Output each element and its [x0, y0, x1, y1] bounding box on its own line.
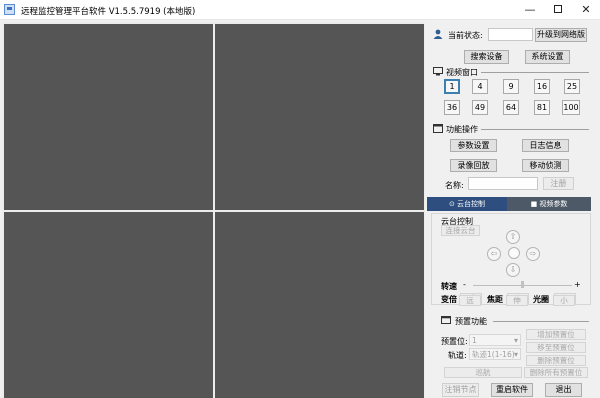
ptz-center [508, 247, 520, 259]
tab-ptz-control[interactable]: ⊙ 云台控制 [427, 197, 507, 211]
preset-window-icon [441, 316, 451, 324]
app-logo-icon [4, 4, 15, 15]
search-device-button[interactable]: 搜索设备 [464, 50, 509, 64]
upgrade-button[interactable]: 升级到网络版 [535, 28, 587, 42]
move-preset-button[interactable]: 移至预置位 [526, 342, 586, 353]
ptz-down-button[interactable]: ⇩ [506, 263, 520, 277]
param-settings-button[interactable]: 参数设置 [450, 139, 497, 152]
video-pane-2[interactable] [215, 24, 424, 210]
grid-count-36[interactable]: 36 [444, 100, 460, 115]
section-divider [481, 129, 589, 130]
video-pane-1[interactable] [4, 24, 213, 210]
system-settings-button[interactable]: 系统设置 [525, 50, 570, 64]
tab-video-params-label: 视频参数 [539, 200, 568, 208]
iris-small-button[interactable]: 小 [553, 295, 575, 306]
playback-button[interactable]: 录像回放 [450, 159, 497, 172]
grid-count-9[interactable]: 9 [503, 79, 519, 94]
preset-title: 预置功能 [455, 317, 487, 326]
motion-detect-button[interactable]: 移动侦测 [522, 159, 569, 172]
control-panel: 当前状态: 升级到网络版 搜索设备 系统设置 视频窗口 1 4 9 16 25 … [427, 22, 600, 398]
panel-tabs: ⊙ 云台控制 ■ 视频参数 [427, 197, 591, 211]
ptz-control-group: 云台控制 连接云台 ⇧ ⇦ ⇨ ⇩ 转速 - + 变倍 近 焦距 缩 光圈 大 [431, 213, 591, 305]
video-pane-3[interactable] [4, 212, 213, 398]
zoom-label: 变倍 [441, 295, 457, 304]
name-input[interactable] [468, 177, 538, 190]
speed-plus: + [574, 280, 581, 289]
functions-title: 功能操作 [446, 125, 478, 134]
track-label: 轨道: [448, 351, 467, 360]
maximize-icon [554, 5, 562, 13]
restart-software-button[interactable]: 重启软件 [491, 383, 533, 397]
ptz-up-button[interactable]: ⇧ [506, 230, 520, 244]
focus-label: 焦距 [487, 295, 503, 304]
preset-label: 预置位: [441, 337, 468, 346]
video-window-title: 视频窗口 [446, 68, 478, 77]
grid-count-4[interactable]: 4 [472, 79, 488, 94]
status-label: 当前状态: [448, 31, 483, 40]
ptz-left-button[interactable]: ⇦ [487, 247, 501, 261]
name-label: 名称: [445, 181, 464, 190]
register-button[interactable]: 注册 [543, 177, 574, 190]
iris-label: 光圈 [533, 295, 549, 304]
delete-preset-button[interactable]: 删除预置位 [526, 355, 586, 366]
window-title: 远程监控管理平台软件 V1.5.5.7919 (本地版) [21, 7, 196, 17]
grid-count-100[interactable]: 100 [562, 100, 580, 115]
grid-count-16[interactable]: 16 [534, 79, 550, 94]
logout-node-button[interactable]: 注销节点 [442, 383, 479, 397]
zoom-far-button[interactable]: 远 [459, 295, 481, 306]
video-area [2, 22, 425, 398]
ptz-right-button[interactable]: ⇨ [526, 247, 540, 261]
video-pane-4[interactable] [215, 212, 424, 398]
tab-ptz-label: 云台控制 [457, 200, 486, 208]
tab-video-params[interactable]: ■ 视频参数 [507, 197, 591, 211]
delete-all-presets-button[interactable]: 删除所有预置位 [524, 367, 588, 378]
speed-slider-thumb[interactable] [521, 281, 524, 288]
title-bar: 远程监控管理平台软件 V1.5.5.7919 (本地版) — ✕ [0, 0, 600, 20]
track-select[interactable]: 轨迹1(1-16) [469, 348, 521, 360]
speed-label: 转速 [441, 282, 457, 291]
add-preset-button[interactable]: 增加预置位 [526, 329, 586, 340]
grid-count-25[interactable]: 25 [564, 79, 580, 94]
grid-count-64[interactable]: 64 [503, 100, 519, 115]
grid-count-81[interactable]: 81 [534, 100, 550, 115]
cruise-button[interactable]: 巡航 [444, 367, 522, 378]
speed-minus: - [463, 280, 466, 289]
ptz-tab-icon: ⊙ [448, 200, 458, 208]
window-icon [433, 124, 443, 133]
exit-button[interactable]: 退出 [545, 383, 582, 397]
preset-select[interactable]: 1 [469, 334, 521, 346]
grid-count-1[interactable]: 1 [444, 79, 460, 94]
minimize-button[interactable]: — [516, 0, 544, 20]
monitor-icon [433, 67, 443, 76]
section-divider [493, 321, 589, 322]
close-button[interactable]: ✕ [572, 0, 600, 20]
maximize-button[interactable] [544, 0, 572, 20]
focus-stretch-button[interactable]: 伸 [506, 295, 528, 306]
status-field [488, 28, 533, 41]
section-divider [481, 72, 589, 73]
user-icon [433, 29, 443, 39]
log-info-button[interactable]: 日志信息 [522, 139, 569, 152]
grid-count-49[interactable]: 49 [472, 100, 488, 115]
connect-ptz-button[interactable]: 连接云台 [441, 225, 480, 236]
